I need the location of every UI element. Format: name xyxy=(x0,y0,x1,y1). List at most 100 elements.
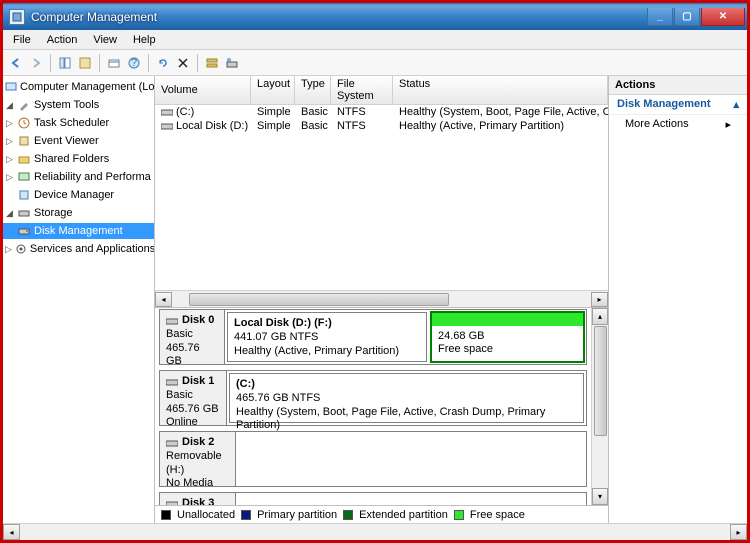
expand-icon[interactable]: ▷ xyxy=(5,245,12,254)
scroll-right-icon[interactable]: ▸ xyxy=(591,292,608,307)
tree-root[interactable]: Computer Management (Local xyxy=(3,79,154,95)
scroll-down-icon[interactable]: ▾ xyxy=(592,488,608,505)
collapse-icon[interactable]: ◢ xyxy=(5,209,14,218)
legend-free-swatch xyxy=(454,510,464,520)
export-list-button[interactable] xyxy=(76,54,94,72)
expand-icon[interactable]: ▷ xyxy=(5,155,14,164)
scroll-right-icon[interactable]: ▸ xyxy=(730,524,747,540)
disk-name: Disk 3 xyxy=(182,497,214,505)
disk-partitions: Local Disk (D:) (F:)441.07 GB NTFSHealth… xyxy=(225,310,586,364)
refresh-button[interactable] xyxy=(154,54,172,72)
scroll-thumb[interactable] xyxy=(594,326,607,436)
properties-button[interactable] xyxy=(105,54,123,72)
titlebar[interactable]: Computer Management _ ▢ ✕ xyxy=(3,3,747,30)
computer-icon xyxy=(5,80,17,94)
svg-text:?: ? xyxy=(131,57,137,69)
disk-partitions: (C:)465.76 GB NTFSHealthy (System, Boot,… xyxy=(227,371,586,425)
tree-storage[interactable]: ◢Storage xyxy=(3,205,154,221)
device-icon xyxy=(17,188,31,202)
actions-more[interactable]: More Actions▸ xyxy=(609,115,747,134)
services-icon xyxy=(15,242,27,256)
expand-icon[interactable]: ▷ xyxy=(5,173,14,182)
collapse-icon[interactable]: ▴ xyxy=(733,98,739,111)
disk-row[interactable]: Disk 3 xyxy=(159,492,587,505)
col-filesystem[interactable]: File System xyxy=(331,76,393,104)
disk-info: Disk 3 xyxy=(160,493,236,505)
disk-info: Disk 0Basic465.76 GBOnline xyxy=(160,310,225,364)
tree-shared-folders[interactable]: ▷Shared Folders xyxy=(3,151,154,167)
menu-file[interactable]: File xyxy=(5,32,39,48)
tree-system-tools[interactable]: ◢System Tools xyxy=(3,97,154,113)
rescan-icon[interactable] xyxy=(223,54,241,72)
disk-info: Disk 1Basic465.76 GBOnline xyxy=(160,371,227,425)
scroll-up-icon[interactable]: ▴ xyxy=(592,308,608,325)
disk-type: Basic xyxy=(166,328,218,342)
volume-hscrollbar[interactable]: ◂ ▸ xyxy=(155,290,608,307)
disk-info: Disk 2Removable (H:)No Media xyxy=(160,432,236,486)
disk-icon xyxy=(166,377,178,387)
disk-graphical-view: Disk 0Basic465.76 GBOnlineLocal Disk (D:… xyxy=(155,308,608,505)
nav-tree[interactable]: Computer Management (Local ◢System Tools… xyxy=(3,76,155,523)
col-status[interactable]: Status xyxy=(393,76,608,104)
volume-type: Basic xyxy=(295,105,331,119)
volume-row[interactable]: Local Disk (D:) (F:)SimpleBasicNTFSHealt… xyxy=(155,119,608,133)
volume-fs: NTFS xyxy=(331,119,393,133)
collapse-icon[interactable]: ◢ xyxy=(5,101,14,110)
tree-device-manager[interactable]: Device Manager xyxy=(3,187,154,203)
clock-icon xyxy=(17,116,31,130)
disk-row[interactable]: Disk 2Removable (H:)No Media xyxy=(159,431,587,487)
menu-action[interactable]: Action xyxy=(39,32,86,48)
forward-button[interactable] xyxy=(27,54,45,72)
partition[interactable]: 24.68 GBFree space xyxy=(430,311,585,363)
minimize-button[interactable]: _ xyxy=(647,8,673,26)
expand-icon[interactable]: ▷ xyxy=(5,137,14,146)
toolbar: ? xyxy=(3,50,747,76)
tree-reliability[interactable]: ▷Reliability and Performa xyxy=(3,169,154,185)
disk-type: Removable (H:) xyxy=(166,450,229,478)
disk-row[interactable]: Disk 0Basic465.76 GBOnlineLocal Disk (D:… xyxy=(159,309,587,365)
scroll-left-icon[interactable]: ◂ xyxy=(3,524,20,540)
partition-status: Healthy (Active, Primary Partition) xyxy=(234,345,420,359)
volume-type: Basic xyxy=(295,119,331,133)
show-hide-tree-button[interactable] xyxy=(56,54,74,72)
disk-size: 465.76 GB xyxy=(166,342,218,370)
help-button[interactable]: ? xyxy=(125,54,143,72)
settings-icon[interactable] xyxy=(203,54,221,72)
disk-name: Disk 1 xyxy=(182,375,214,389)
expand-icon[interactable]: ▷ xyxy=(5,119,14,128)
maximize-button[interactable]: ▢ xyxy=(674,8,700,26)
disk-icon xyxy=(166,316,178,326)
delete-icon[interactable] xyxy=(174,54,192,72)
back-button[interactable] xyxy=(7,54,25,72)
scroll-thumb[interactable] xyxy=(189,293,449,306)
col-type[interactable]: Type xyxy=(295,76,331,104)
partition-bar xyxy=(432,313,583,326)
partition[interactable]: (C:)465.76 GB NTFSHealthy (System, Boot,… xyxy=(229,373,584,423)
storage-icon xyxy=(17,206,31,220)
volume-header: Volume Layout Type File System Status xyxy=(155,76,608,105)
partition[interactable]: Local Disk (D:) (F:)441.07 GB NTFSHealth… xyxy=(227,312,427,362)
tree-disk-management[interactable]: Disk Management xyxy=(3,223,154,239)
close-button[interactable]: ✕ xyxy=(701,8,745,26)
disk-icon xyxy=(17,224,31,238)
partition-size: 465.76 GB NTFS xyxy=(236,392,577,406)
disk-partitions xyxy=(236,493,586,505)
disk-row[interactable]: Disk 1Basic465.76 GBOnline (C:)465.76 GB… xyxy=(159,370,587,426)
disk-vscrollbar[interactable]: ▴ ▾ xyxy=(591,308,608,505)
disk-type: Basic xyxy=(166,389,220,403)
outer-hscrollbar[interactable]: ◂ ▸ xyxy=(3,523,747,540)
tree-event-viewer[interactable]: ▷Event Viewer xyxy=(3,133,154,149)
scroll-left-icon[interactable]: ◂ xyxy=(155,292,172,307)
tree-services[interactable]: ▷Services and Applications xyxy=(3,241,154,257)
actions-group[interactable]: Disk Management▴ xyxy=(609,95,747,115)
tree-task-scheduler[interactable]: ▷Task Scheduler xyxy=(3,115,154,131)
menu-help[interactable]: Help xyxy=(125,32,164,48)
tools-icon xyxy=(17,98,31,112)
menu-view[interactable]: View xyxy=(85,32,125,48)
volume-fs: NTFS xyxy=(331,105,393,119)
window-root: Computer Management _ ▢ ✕ File Action Vi… xyxy=(3,3,747,540)
col-volume[interactable]: Volume xyxy=(155,76,251,104)
col-layout[interactable]: Layout xyxy=(251,76,295,104)
disk-state: No Media xyxy=(166,477,229,491)
volume-row[interactable]: (C:)SimpleBasicNTFSHealthy (System, Boot… xyxy=(155,105,608,119)
